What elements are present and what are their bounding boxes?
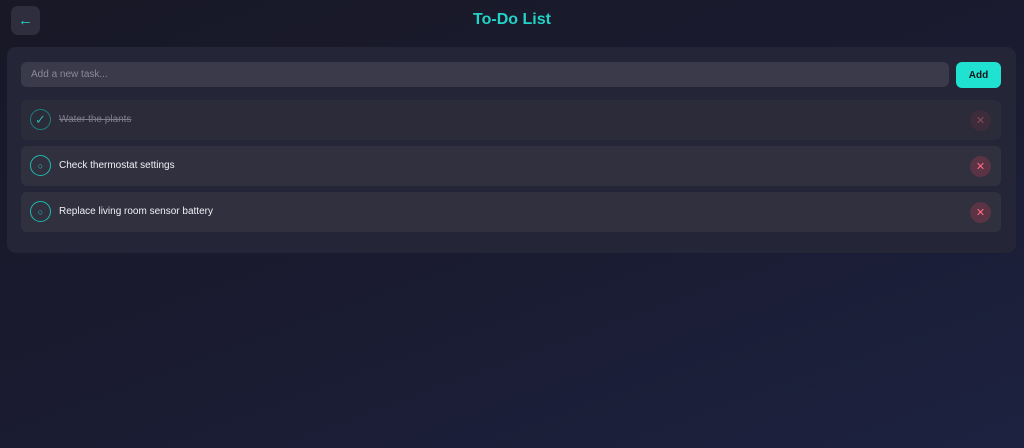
todo-panel: Add ✓ Water the plants ✕ ○ Check thermos…	[7, 47, 1016, 253]
close-icon: ✕	[975, 115, 986, 127]
task-item: ○ Replace living room sensor battery ✕	[21, 192, 1001, 232]
add-task-button[interactable]: Add	[956, 62, 1001, 88]
task-text: Replace living room sensor battery	[59, 206, 213, 217]
page-title: To-Do List	[473, 11, 551, 28]
delete-task-button[interactable]: ✕	[970, 110, 991, 131]
task-item: ✓ Water the plants ✕	[21, 100, 1001, 140]
delete-task-button[interactable]: ✕	[970, 156, 991, 177]
app-header: ← To-Do List	[0, 0, 1024, 42]
delete-task-button[interactable]: ✕	[970, 202, 991, 223]
new-task-input[interactable]	[21, 62, 949, 87]
close-icon: ✕	[975, 207, 986, 219]
task-text: Check thermostat settings	[59, 160, 175, 171]
circle-icon[interactable]: ○	[30, 201, 51, 222]
checkmark-icon[interactable]: ✓	[30, 109, 51, 130]
task-text: Water the plants	[59, 114, 132, 125]
circle-icon[interactable]: ○	[30, 155, 51, 176]
close-icon: ✕	[975, 161, 986, 173]
task-item: ○ Check thermostat settings ✕	[21, 146, 1001, 186]
